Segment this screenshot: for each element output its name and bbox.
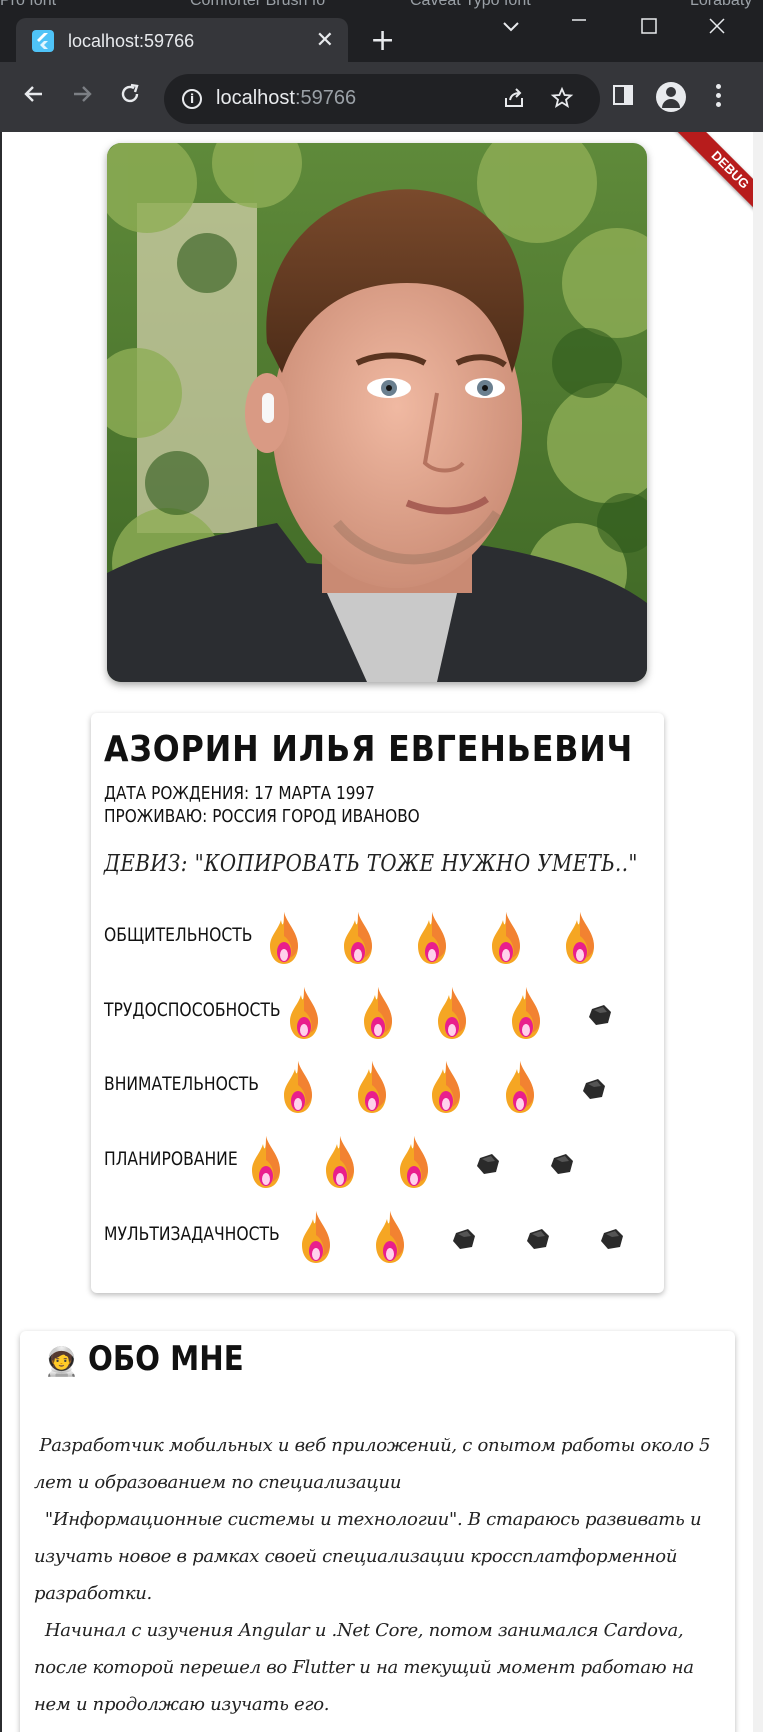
share-icon[interactable]	[502, 86, 526, 116]
profile-info-card: АЗОРИН ИЛЬЯ ЕВГЕНЬЕВИЧ ДАТА РОЖДЕНИЯ: 17…	[91, 713, 664, 1293]
about-title: ОБО МНЕ	[88, 1339, 244, 1379]
coal-icon	[592, 1209, 632, 1265]
debug-banner: DEBUG	[642, 132, 753, 243]
full-name: АЗОРИН ИЛЬЯ ЕВГЕНЬЕВИЧ	[104, 729, 634, 770]
coal-icon	[574, 1059, 614, 1115]
skill-label: ВНИМАТЕЛЬНОСТЬ	[104, 1073, 259, 1095]
skill-label: МУЛЬТИЗАДАЧНОСТЬ	[104, 1223, 280, 1245]
fire-icon	[296, 1209, 336, 1265]
browser-tab-strip: Pro font Comforter Brush fo Caveat Typo …	[0, 0, 763, 64]
address-bar[interactable]: i localhost:59766	[164, 74, 600, 124]
residence: ПРОЖИВАЮ: РОССИЯ ГОРОД ИВАНОВО	[104, 806, 420, 827]
page-edge	[753, 132, 763, 1732]
fire-icon	[278, 1059, 318, 1115]
fire-icon	[320, 1134, 360, 1190]
background-tab-2[interactable]: Comforter Brush fo	[190, 0, 325, 10]
tab-title: localhost:59766	[68, 31, 195, 51]
forward-icon[interactable]	[70, 82, 94, 111]
skill-row: ПЛАНИРОВАНИЕ	[104, 1134, 664, 1190]
skill-row: ОБЩИТЕЛЬНОСТЬ	[104, 910, 664, 966]
page-viewport: DEBUG АЗОРИН ИЛЬЯ ЕВГЕНЬЕВИЧ ДАТА РОЖДЕН…	[2, 132, 753, 1732]
menu-icon[interactable]	[716, 84, 722, 111]
fire-icon	[284, 985, 324, 1041]
skill-label: ПЛАНИРОВАНИЕ	[104, 1148, 238, 1170]
coal-icon	[444, 1209, 484, 1265]
birth-date: ДАТА РОЖДЕНИЯ: 17 МАРТА 1997	[104, 783, 375, 804]
browser-toolbar: i localhost:59766	[0, 62, 763, 132]
fire-icon	[394, 1134, 434, 1190]
astronaut-icon: 🧑‍🚀	[44, 1345, 79, 1378]
profile-icon[interactable]	[656, 82, 686, 112]
url-host: localhost	[216, 87, 295, 109]
about-text: Разработчик мобильных и веб приложений, …	[34, 1435, 711, 1715]
fire-icon	[426, 1059, 466, 1115]
fire-icon	[412, 910, 452, 966]
tab-search-icon[interactable]	[502, 14, 520, 38]
background-tab-3[interactable]: Caveat Typo font	[410, 0, 531, 10]
fire-icon	[500, 1059, 540, 1115]
fire-icon	[432, 985, 472, 1041]
new-tab-button[interactable]: +	[370, 26, 395, 56]
coal-icon	[580, 985, 620, 1041]
side-panel-icon[interactable]	[612, 84, 634, 110]
skill-row: ТРУДОСПОСОБНОСТЬ	[104, 985, 664, 1041]
back-icon[interactable]	[22, 82, 46, 111]
fire-icon	[358, 985, 398, 1041]
skill-label: ОБЩИТЕЛЬНОСТЬ	[104, 924, 253, 946]
flutter-favicon-icon	[32, 30, 54, 52]
tab-close-icon[interactable]: ✕	[316, 28, 334, 53]
fire-icon	[264, 910, 304, 966]
fire-icon	[338, 910, 378, 966]
debug-banner-label: DEBUG	[666, 132, 753, 234]
skill-label: ТРУДОСПОСОБНОСТЬ	[104, 999, 281, 1021]
bookmark-star-icon[interactable]	[550, 86, 574, 116]
background-tab-1[interactable]: Pro font	[0, 0, 56, 10]
url-text: localhost:59766	[216, 87, 356, 110]
skill-row: МУЛЬТИЗАДАЧНОСТЬ	[104, 1209, 664, 1265]
fire-icon	[560, 910, 600, 966]
motto: ДЕВИЗ: "КОПИРОВАТЬ ТОЖЕ НУЖНО УМЕТЬ.."	[104, 851, 638, 877]
skill-row: ВНИМАТЕЛЬНОСТЬ	[104, 1059, 664, 1115]
fire-icon	[506, 985, 546, 1041]
minimize-icon[interactable]	[570, 10, 588, 34]
fire-icon	[370, 1209, 410, 1265]
fire-icon	[246, 1134, 286, 1190]
fire-icon	[486, 910, 526, 966]
profile-photo	[107, 143, 647, 682]
close-icon[interactable]	[708, 16, 726, 40]
coal-icon	[518, 1209, 558, 1265]
active-tab[interactable]: localhost:59766 ✕	[16, 18, 348, 64]
site-info-icon[interactable]: i	[182, 89, 202, 109]
coal-icon	[468, 1134, 508, 1190]
url-port: :59766	[294, 87, 357, 109]
fire-icon	[352, 1059, 392, 1115]
coal-icon	[542, 1134, 582, 1190]
background-tab-4[interactable]: Lorabaty	[690, 0, 752, 10]
maximize-icon[interactable]	[640, 16, 658, 40]
reload-icon[interactable]	[118, 82, 142, 111]
about-card: 🧑‍🚀 ОБО МНЕ Разработчик мобильных и веб …	[20, 1331, 735, 1732]
